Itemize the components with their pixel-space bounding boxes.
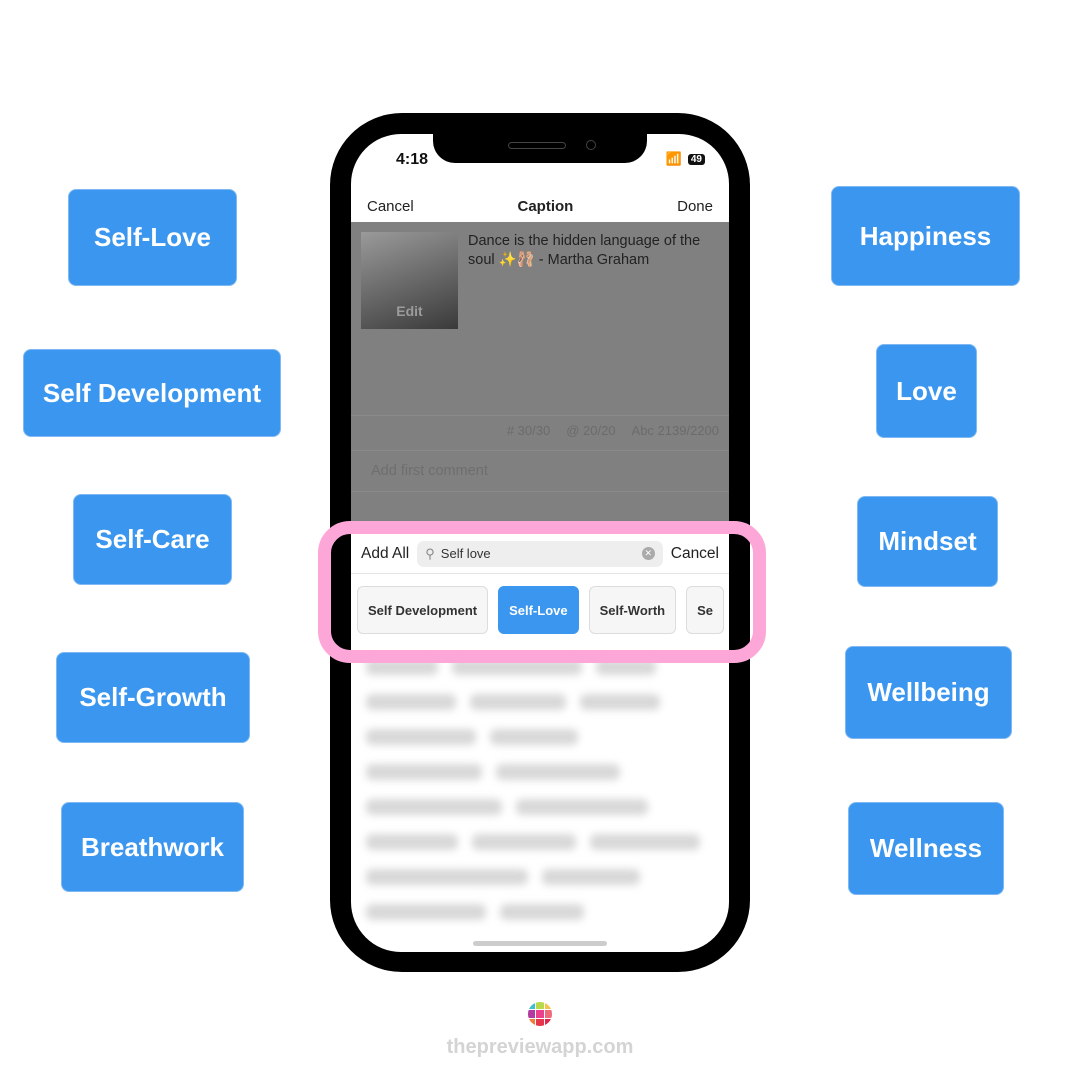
tag-breathwork: Breathwork bbox=[61, 802, 244, 892]
counts-row: # 30/30 @ 20/20 Abc 2139/2200 bbox=[351, 415, 729, 449]
tag-self-growth: Self-Growth bbox=[56, 652, 250, 743]
dimmed-caption-area: Edit Dance is the hidden language of the… bbox=[351, 222, 729, 522]
tag-self-love: Self-Love bbox=[68, 189, 237, 286]
mention-count: @ 20/20 bbox=[566, 423, 616, 438]
cancel-button[interactable]: Cancel bbox=[367, 198, 414, 215]
battery-icon: 49 bbox=[687, 153, 705, 165]
wifi-icon: 📶 bbox=[665, 151, 682, 166]
status-icons: 📶 49 bbox=[666, 151, 705, 167]
post-thumbnail[interactable]: Edit bbox=[361, 232, 458, 329]
status-time: 4:18 bbox=[396, 151, 429, 168]
tag-wellness: Wellness bbox=[848, 802, 1004, 895]
highlight-frame bbox=[318, 521, 766, 663]
tag-love: Love bbox=[876, 344, 977, 438]
footer-url: thepreviewapp.com bbox=[446, 1036, 634, 1058]
tag-self-care: Self-Care bbox=[73, 494, 232, 585]
first-comment-input[interactable]: Add first comment bbox=[351, 450, 729, 492]
tag-happiness: Happiness bbox=[831, 186, 1020, 286]
caption-text[interactable]: Dance is the hidden language of the soul… bbox=[468, 232, 718, 270]
home-indicator bbox=[473, 941, 607, 946]
tag-mindset: Mindset bbox=[857, 496, 998, 587]
tag-self-development: Self Development bbox=[23, 349, 281, 437]
nav-bar: Cancel Caption Done bbox=[351, 190, 729, 222]
tag-wellbeing: Wellbeing bbox=[845, 646, 1012, 739]
hashtag-count: # 30/30 bbox=[506, 423, 551, 438]
app-logo bbox=[528, 1002, 552, 1026]
notch bbox=[433, 134, 647, 163]
page-title: Caption bbox=[517, 197, 574, 215]
blurred-hashtag-list bbox=[366, 659, 716, 939]
edit-label: Edit bbox=[396, 303, 423, 319]
done-button[interactable]: Done bbox=[677, 198, 713, 215]
char-count: Abc 2139/2200 bbox=[631, 423, 719, 438]
